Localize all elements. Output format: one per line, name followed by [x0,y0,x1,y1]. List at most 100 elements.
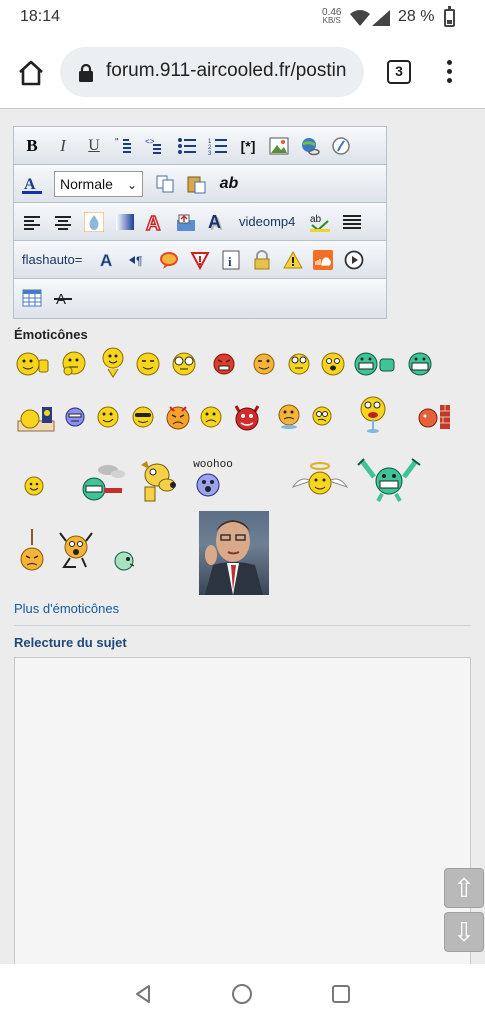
smiley-mad-icon[interactable] [165,403,191,431]
smiley-glasses-icon[interactable] [170,351,198,377]
smiley-rolleyes-icon[interactable] [286,352,312,376]
bullet-list-icon[interactable] [177,136,197,156]
font-face-icon[interactable]: A [98,250,118,270]
smiley-devil-icon[interactable] [232,403,262,431]
highlight-drop-icon[interactable] [84,212,104,232]
paste-icon[interactable] [186,174,206,194]
padlock-icon[interactable] [252,250,272,270]
font-color-icon[interactable]: A [22,174,42,194]
bold-icon[interactable]: B [22,136,42,156]
list-item-icon[interactable]: [*] [238,136,258,156]
align-left-icon[interactable] [22,212,42,232]
smiley-sad-icon[interactable] [199,405,223,429]
smiley-scared-icon[interactable] [56,529,96,569]
smiley-idea-icon[interactable] [100,347,126,379]
menu-icon[interactable] [440,58,460,86]
warning-red-icon[interactable] [190,250,210,270]
code-icon[interactable]: <> [145,136,165,156]
gradient-icon[interactable] [115,212,135,232]
table-icon[interactable] [22,288,42,308]
quote-icon[interactable]: " [115,136,135,156]
smiley-wink-icon[interactable] [252,352,276,376]
smiley-sleeping-icon[interactable] [16,403,56,433]
smiley-sunglasses-icon[interactable] [130,405,156,429]
smiley-small-smile-icon[interactable] [23,475,45,497]
smiley-blush-icon[interactable] [135,351,161,377]
flashauto-button[interactable]: flashauto= [22,252,82,267]
back-icon[interactable] [133,984,153,1004]
font-shadow-icon[interactable]: A A [207,212,227,232]
spellcheck-icon[interactable]: ab [310,212,330,232]
soundcloud-icon[interactable] [313,250,333,270]
videomp4-button[interactable]: videomp4 [239,214,295,229]
link-icon[interactable] [300,136,320,156]
svg-text:i: i [228,254,232,269]
underline-icon[interactable]: U [84,136,104,156]
flash-icon[interactable] [331,136,351,156]
browser-toolbar: forum.911-aircooled.fr/postin 3 [0,36,485,108]
smiley-green-bubble-icon[interactable] [112,549,136,573]
avatar-photo-image[interactable] [199,511,269,595]
strikethrough-icon[interactable]: A [53,288,73,308]
tabs-icon[interactable]: 3 [387,60,411,84]
align-center-icon[interactable] [53,212,73,232]
copy-icon[interactable] [155,174,175,194]
smiley-woohoo-icon[interactable]: woohoo [188,459,238,501]
svg-text:A: A [146,213,160,232]
svg-text:3: 3 [208,151,212,156]
smiley-green-grin-icon[interactable] [406,351,434,377]
chevron-down-icon: ⌄ [126,178,137,192]
paragraph-direction-icon[interactable]: ¶ [128,250,148,270]
smiley-crying-icon[interactable] [276,403,302,431]
home-circle-icon[interactable] [231,983,253,1005]
smiley-surprised-icon[interactable] [320,351,346,377]
justify-icon[interactable] [342,212,362,232]
toolbar-row-2: A Normale ⌄ ab [14,165,386,203]
ab-button[interactable]: ab [216,174,242,194]
smiley-dog-icon[interactable] [137,459,179,503]
warning-yellow-icon[interactable] [283,250,303,270]
svg-text:ab: ab [310,214,322,225]
toolbar-row-4: flashauto= A ¶ i [14,241,386,279]
divider [14,625,471,626]
topic-review-frame[interactable] [14,657,471,964]
lock-icon [79,64,93,82]
recents-icon[interactable] [331,984,351,1004]
smiley-thinking-icon[interactable] [60,350,88,378]
network-speed-unit: KB/S [322,16,341,25]
font-size-selected: Normale [60,176,113,192]
topic-review-title: Relecture du sujet [14,635,127,650]
smiley-angel-icon[interactable] [291,461,349,497]
smiley-hanging-icon[interactable] [18,529,46,577]
smiley-thumbs-up-icon[interactable] [16,350,50,378]
smiley-wall-bang-icon[interactable] [416,403,452,431]
smiley-drooling-icon[interactable] [357,395,389,435]
smiley-smile-icon[interactable] [96,405,120,429]
svg-text:A: A [100,251,112,270]
italic-icon[interactable]: I [53,136,73,156]
speech-bubble-icon[interactable] [159,250,179,270]
more-smileys-link[interactable]: Plus d'émoticônes [14,601,119,616]
smiley-green-thumbs-icon[interactable] [354,351,398,377]
numbered-list-icon[interactable]: 1 2 3 [208,136,228,156]
svg-text:A: A [24,176,36,193]
smiley-green-cheer-icon[interactable] [356,457,422,503]
smiley-smoking-icon[interactable] [78,462,126,502]
svg-text:¶: ¶ [136,254,142,268]
smiley-blue-icon[interactable] [64,406,86,428]
scroll-down-button[interactable]: ⇩ [444,912,484,952]
toolbar-row-1: B I U " <> 1 2 3 [*] [14,127,386,165]
image-icon[interactable] [269,136,289,156]
upload-icon[interactable] [176,212,196,232]
smiley-confused-icon[interactable] [311,405,333,427]
play-icon[interactable] [344,250,364,270]
battery-icon [444,6,455,27]
smiley-angry-red-icon[interactable] [212,352,236,376]
font-size-select[interactable]: Normale ⌄ [54,171,143,197]
home-icon[interactable] [16,58,46,88]
wifi-icon [350,10,370,26]
url-bar[interactable]: forum.911-aircooled.fr/postin [60,47,364,97]
font-outline-icon[interactable]: A [145,212,165,232]
info-icon[interactable]: i [221,250,241,270]
scroll-up-button[interactable]: ⇧ [444,868,484,908]
